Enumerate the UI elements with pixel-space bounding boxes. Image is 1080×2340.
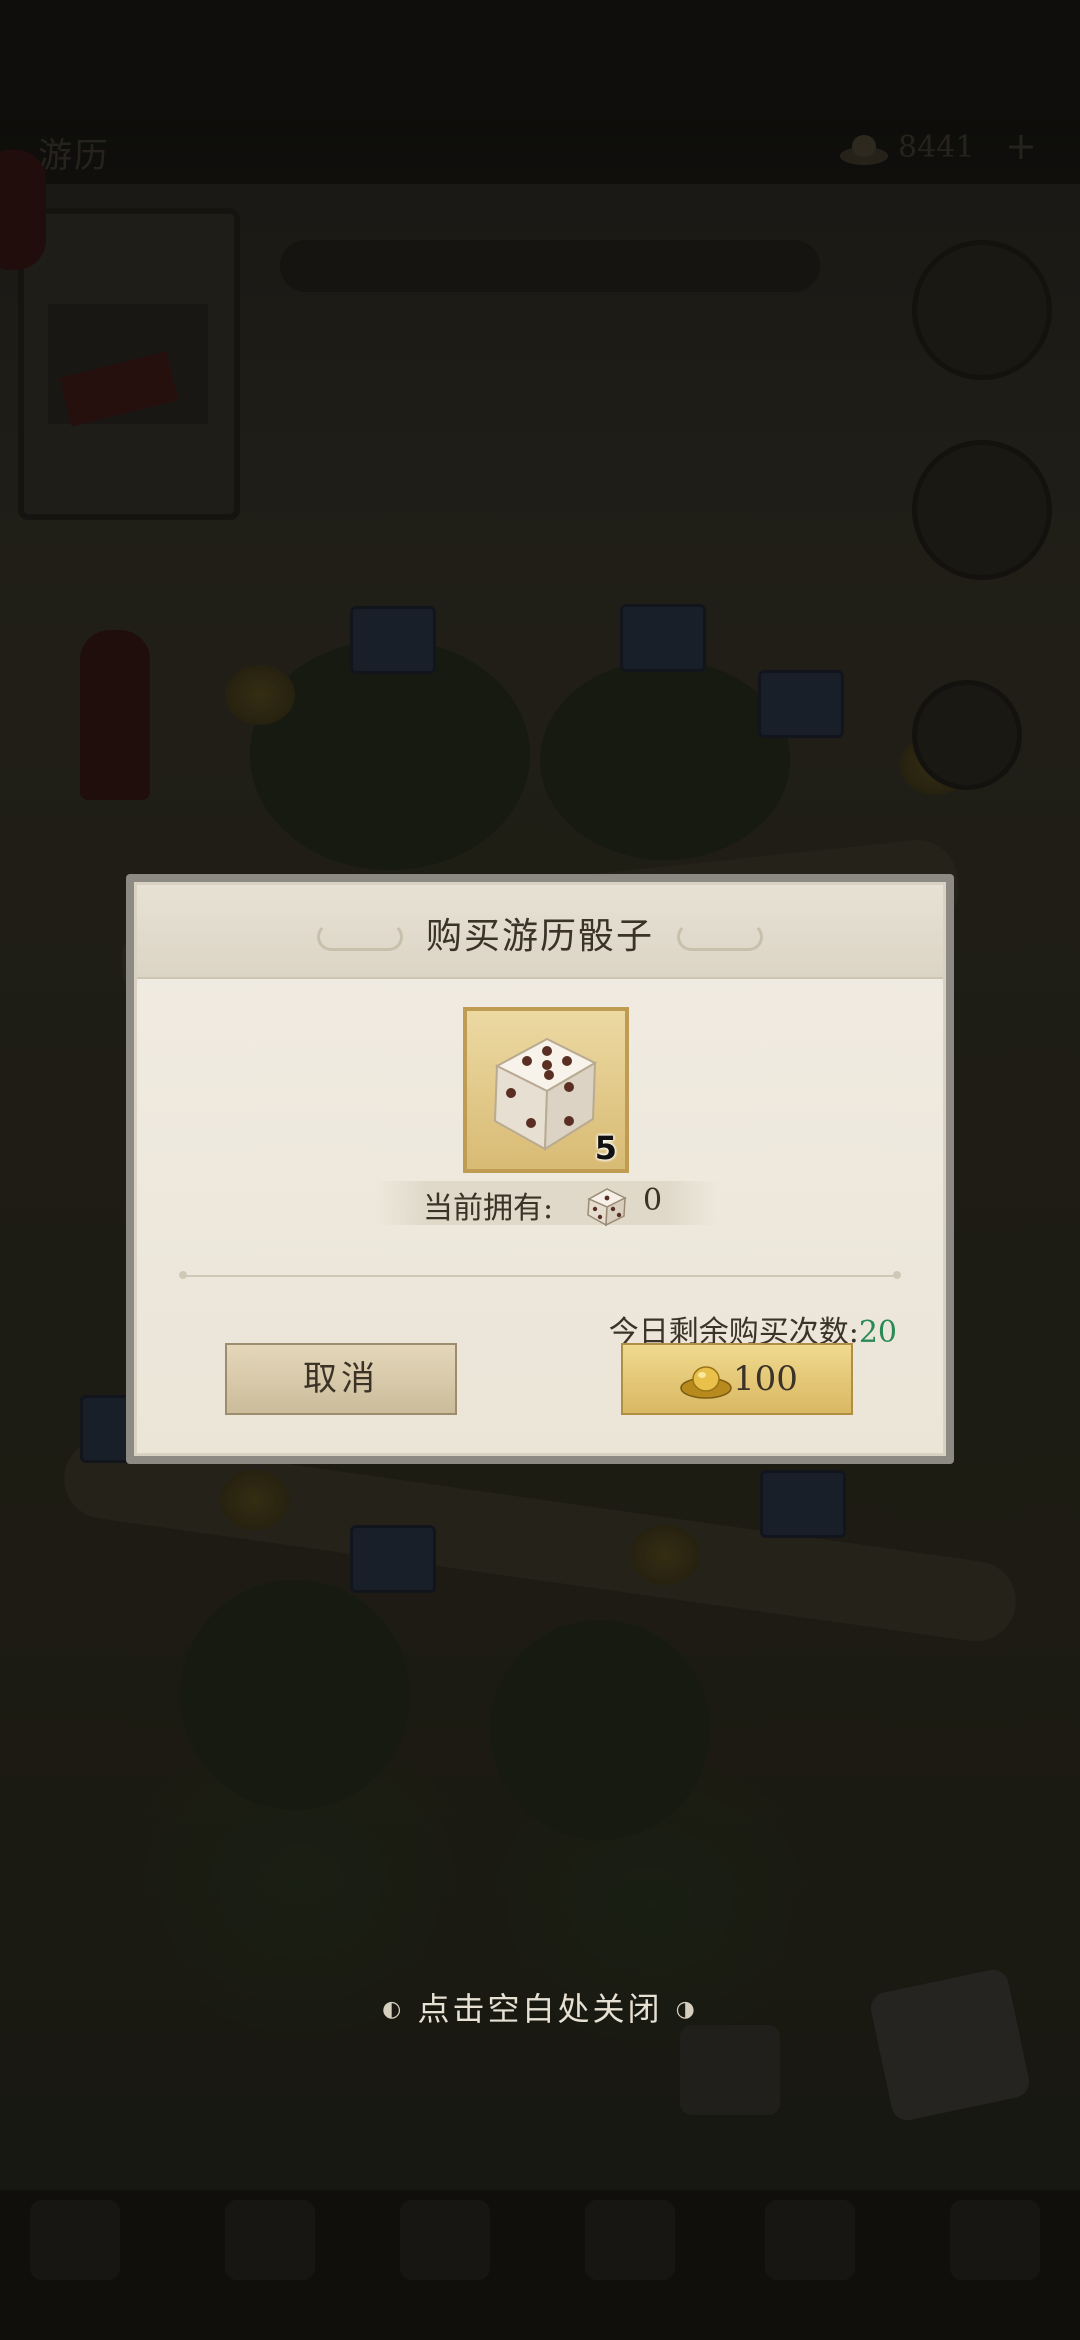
dice-item-slot[interactable]: 5 <box>463 1007 629 1173</box>
item-count: 5 <box>594 1129 617 1167</box>
cancel-button[interactable]: 取消 <box>225 1343 457 1415</box>
dice-small-icon <box>587 1188 627 1227</box>
ornament-left-icon: ◐ <box>382 1997 405 2022</box>
ornament-right-icon: ◑ <box>675 1997 698 2022</box>
close-hint-text: 点击空白处关闭 <box>417 1990 663 2028</box>
gold-ingot-icon <box>680 1366 732 1399</box>
price: 100 <box>733 1359 798 1399</box>
remaining-value: 20 <box>858 1315 897 1350</box>
dialog-title: 购买游历骰子 <box>425 916 654 957</box>
close-hint[interactable]: ◐ 点击空白处关闭 ◑ <box>0 1984 1080 2030</box>
dialog-panel: 购买游历骰子 5 当前拥有: 0 今日剩余购买次数:20 取消 100 <box>134 882 946 1456</box>
divider <box>179 1271 901 1279</box>
buy-dice-dialog: 购买游历骰子 5 当前拥有: 0 今日剩余购买次数:20 取消 100 <box>126 874 954 1464</box>
dialog-header: 购买游历骰子 <box>137 885 943 979</box>
owned-label: 当前拥有: <box>423 1191 554 1226</box>
buy-button[interactable]: 100 <box>621 1343 853 1415</box>
owned-value: 0 <box>643 1183 663 1218</box>
cancel-label: 取消 <box>303 1359 379 1399</box>
